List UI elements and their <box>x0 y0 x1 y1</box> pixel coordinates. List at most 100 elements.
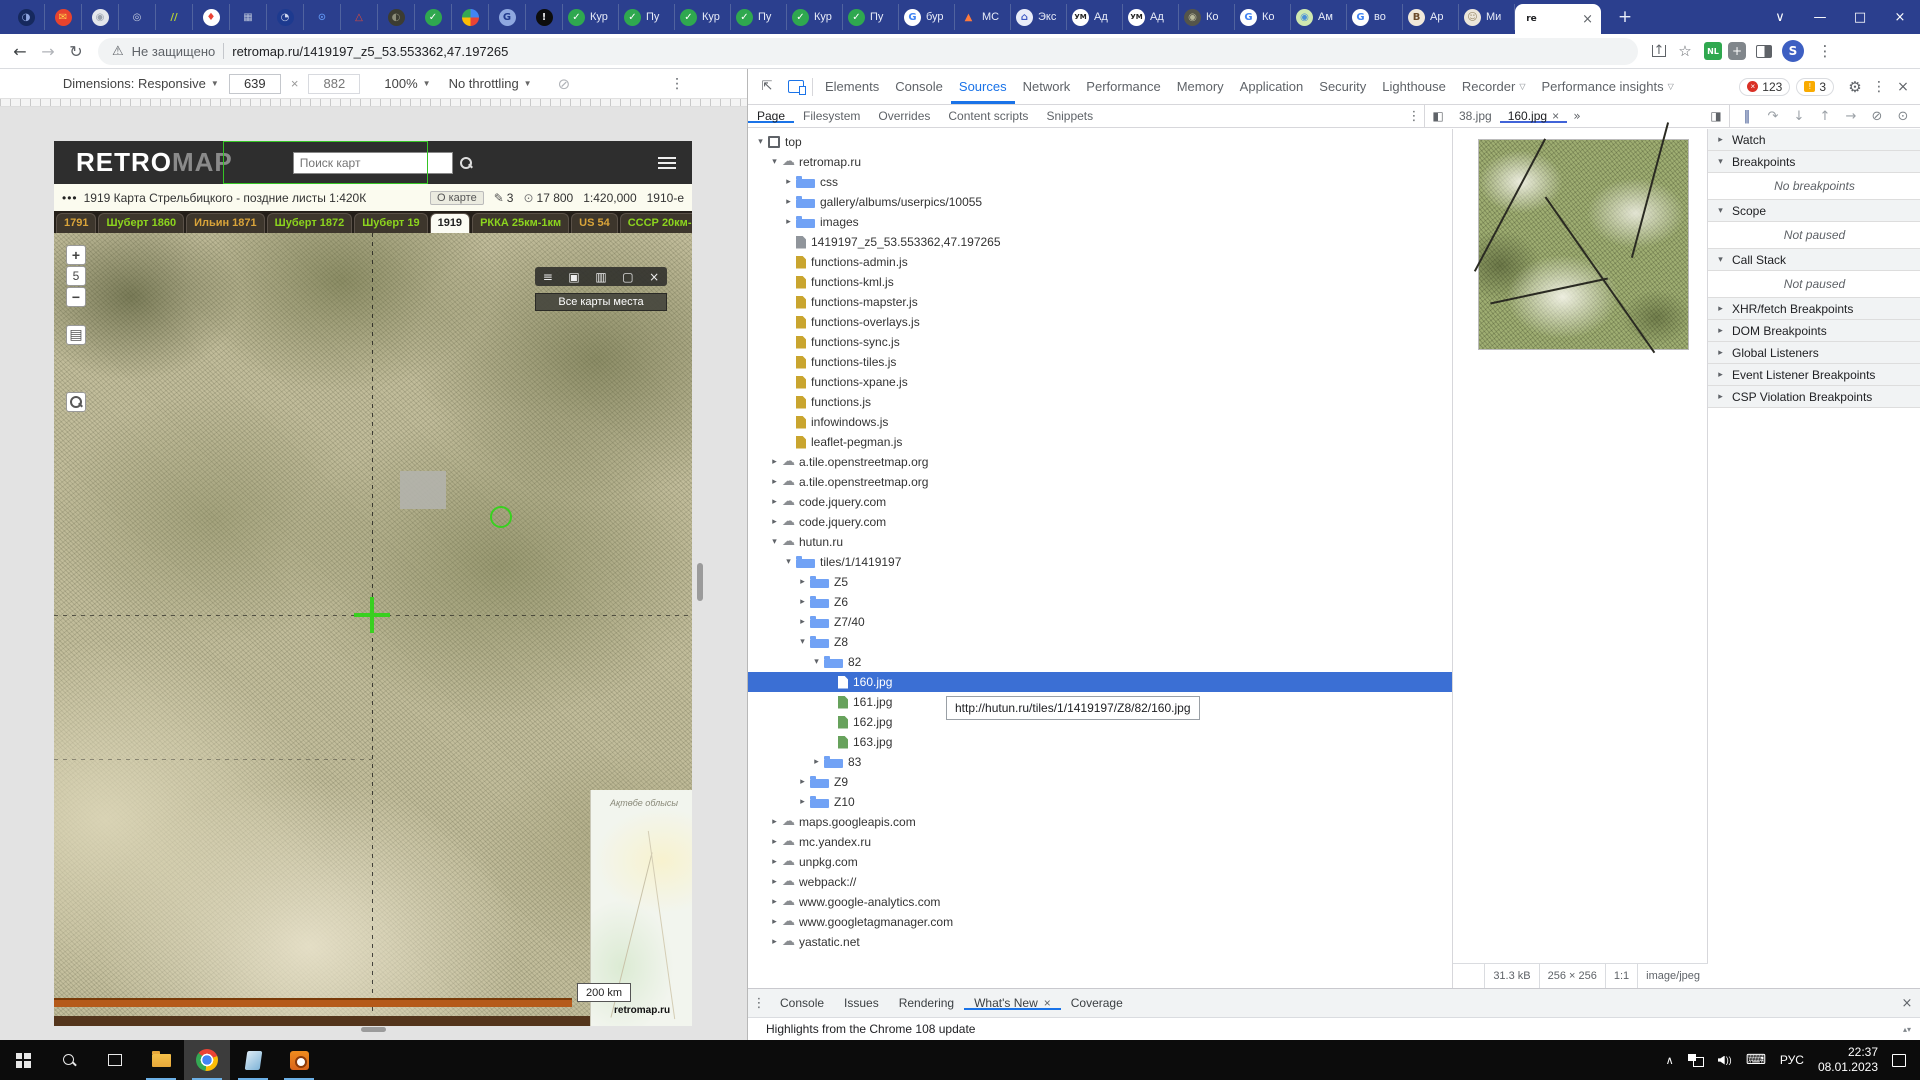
step-over-icon[interactable]: ↷ <box>1760 105 1786 127</box>
map-layer-tab[interactable]: СССР 20км-1км <box>620 213 692 233</box>
pinned-tab[interactable]: G <box>489 4 526 30</box>
layers-button[interactable]: ▤ <box>66 325 86 345</box>
drawer-close-icon[interactable]: × <box>1893 989 1920 1017</box>
media-app-button[interactable] <box>276 1040 322 1080</box>
dimensions-select[interactable]: Dimensions: Responsive▼ <box>63 76 219 91</box>
file-tree-item[interactable]: functions.js <box>748 392 1452 412</box>
file-tree-item[interactable]: ▸☁www.google-analytics.com <box>748 892 1452 912</box>
browser-tab[interactable]: УМАд <box>1123 4 1179 30</box>
step-into-icon[interactable]: ↓ <box>1786 105 1812 127</box>
file-tree-item[interactable]: functions-kml.js <box>748 272 1452 292</box>
minimize-button[interactable]: — <box>1800 0 1840 34</box>
file-tree-item[interactable]: ▸☁a.tile.openstreetmap.org <box>748 472 1452 492</box>
pinned-tab[interactable]: ◔ <box>267 4 304 30</box>
browser-tab[interactable]: ☺Ми <box>1459 4 1515 30</box>
zoom-select[interactable]: 100%▼ <box>384 76 430 91</box>
devtools-tab-application[interactable]: Application <box>1232 69 1312 104</box>
warning-badge[interactable]: !3 <box>1796 78 1834 96</box>
file-tree-item[interactable]: ▸Z6 <box>748 592 1452 612</box>
browser-menu-chevron[interactable]: ∨ <box>1760 0 1800 34</box>
sidebar-section-breakpoints[interactable]: ▾Breakpoints <box>1708 151 1920 173</box>
taskbar-search-button[interactable] <box>46 1040 92 1080</box>
devtools-tab-sources[interactable]: Sources <box>951 69 1015 104</box>
sidebar-section-global-listeners[interactable]: ▸Global Listeners <box>1708 342 1920 364</box>
drawer-menu-icon[interactable]: ⋮ <box>748 989 770 1017</box>
sidebar-section-watch[interactable]: ▸Watch <box>1708 129 1920 151</box>
pinned-tab[interactable]: ⊙ <box>304 4 341 30</box>
translate-extension-icon[interactable]: NL <box>1704 42 1722 60</box>
file-tree-item[interactable]: functions-tiles.js <box>748 352 1452 372</box>
close-button[interactable]: × <box>1880 0 1920 34</box>
map-layer-tab[interactable]: Шуберт 19 <box>354 213 427 233</box>
browser-tab[interactable]: ✓Пу <box>843 4 899 30</box>
chrome-taskbar-button[interactable] <box>184 1040 230 1080</box>
reload-icon[interactable]: ↻ <box>62 37 90 65</box>
expand-icon[interactable]: ▸ <box>768 457 781 467</box>
map-layer-tab[interactable]: US 54 <box>571 213 618 233</box>
file-tree-item[interactable]: ▸☁yastatic.net <box>748 932 1452 952</box>
drawer-tab-coverage[interactable]: Coverage <box>1061 996 1133 1010</box>
devtools-tab-performance-insights[interactable]: Performance insights▽ <box>1534 69 1682 104</box>
app-button[interactable] <box>230 1040 276 1080</box>
search-input[interactable] <box>293 152 453 174</box>
pinned-tab[interactable] <box>452 4 489 30</box>
expand-icon[interactable]: ▸ <box>768 517 781 527</box>
map-layer-tab[interactable]: Шуберт 1872 <box>267 213 353 233</box>
sources-tab-content-scripts[interactable]: Content scripts <box>939 109 1037 123</box>
file-tree-item[interactable]: 160.jpg <box>748 672 1452 692</box>
pinned-tab[interactable]: ! <box>526 4 563 30</box>
pause-icon[interactable]: ‖ <box>1734 105 1760 127</box>
map-credit[interactable]: retromap.ru <box>614 1005 670 1016</box>
pinned-tab[interactable]: // <box>156 4 193 30</box>
sources-tab-page[interactable]: Page <box>748 109 794 123</box>
expand-icon[interactable]: ▸ <box>796 797 809 807</box>
browser-tab[interactable]: УМАд <box>1067 4 1123 30</box>
file-tree-item[interactable]: functions-mapster.js <box>748 292 1452 312</box>
step-icon[interactable]: → <box>1838 105 1864 127</box>
file-tree-item[interactable]: ▸Z9 <box>748 772 1452 792</box>
zoom-in-button[interactable]: + <box>66 245 86 265</box>
back-icon[interactable]: ← <box>6 37 34 65</box>
forward-icon[interactable]: → <box>34 37 62 65</box>
new-tab-button[interactable]: + <box>1611 3 1639 31</box>
file-tree-item[interactable]: infowindows.js <box>748 412 1452 432</box>
navigator-toggle-icon[interactable]: ◧ <box>1425 105 1451 127</box>
address-bar[interactable]: ⚠ Не защищено retromap.ru/1419197_z5_53.… <box>98 38 1638 65</box>
browser-tab[interactable]: ✓Кур <box>787 4 843 30</box>
devtools-tab-memory[interactable]: Memory <box>1169 69 1232 104</box>
browser-menu-icon[interactable]: ⋮ <box>1812 38 1838 64</box>
volume-icon[interactable]: )) <box>1718 1055 1732 1065</box>
page-horizontal-scrollbar[interactable] <box>361 1027 386 1032</box>
expand-icon[interactable]: ▸ <box>768 937 781 947</box>
map-layer-tab[interactable]: 1919 <box>430 213 470 233</box>
map-layer-tab[interactable]: РККА 25км-1км <box>472 213 569 233</box>
sources-tab-overrides[interactable]: Overrides <box>869 109 939 123</box>
file-tree-item[interactable]: ▾tiles/1/1419197 <box>748 552 1452 572</box>
collapse-icon[interactable]: ▾ <box>796 637 809 647</box>
step-out-icon[interactable]: ↑ <box>1812 105 1838 127</box>
gallery-icon[interactable]: ▣ <box>568 270 579 284</box>
devtools-tab-security[interactable]: Security <box>1311 69 1374 104</box>
collapse-icon[interactable]: ▾ <box>782 557 795 567</box>
columns-icon[interactable]: ▥ <box>595 270 606 284</box>
settings-gear-icon[interactable]: ⚙ <box>1842 74 1868 100</box>
editor-tab[interactable]: 38.jpg <box>1451 109 1500 123</box>
nav-more-icon[interactable]: ⋮ <box>1404 105 1424 127</box>
tab-close-icon[interactable]: × <box>1552 109 1559 123</box>
browser-tab[interactable]: BАр <box>1403 4 1459 30</box>
expand-icon[interactable]: ▸ <box>768 837 781 847</box>
pinned-tab[interactable]: ◐ <box>378 4 415 30</box>
devtools-close-icon[interactable]: × <box>1890 74 1916 100</box>
devtools-tab-lighthouse[interactable]: Lighthouse <box>1374 69 1454 104</box>
expand-icon[interactable]: ▸ <box>782 177 795 187</box>
file-tree-item[interactable]: ▸☁unpkg.com <box>748 852 1452 872</box>
browser-tab[interactable]: ✓Пу <box>619 4 675 30</box>
sources-tab-filesystem[interactable]: Filesystem <box>794 109 869 123</box>
file-tree-item[interactable]: 1419197_z5_53.553362,47.197265 <box>748 232 1452 252</box>
file-tree-item[interactable]: ▸Z10 <box>748 792 1452 812</box>
sidebar-section-event-listener-breakpoints[interactable]: ▸Event Listener Breakpoints <box>1708 364 1920 386</box>
file-tree-item[interactable]: ▸83 <box>748 752 1452 772</box>
pinned-tab[interactable]: ◑ <box>8 4 45 30</box>
expand-icon[interactable]: ▸ <box>768 897 781 907</box>
drawer-scroll-up-icon[interactable]: ▴▾ <box>1903 1025 1911 1034</box>
